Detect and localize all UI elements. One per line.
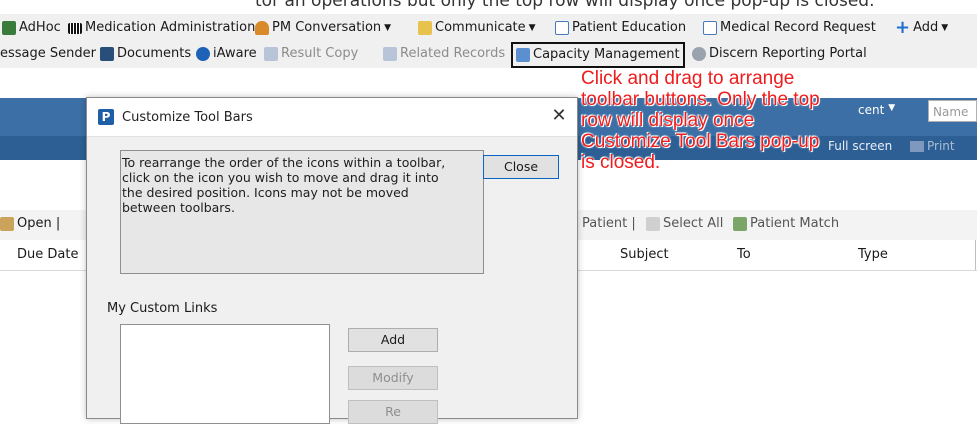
customize-tool-bars-dialog: P Customize Tool Bars ✕ To rearrange the… bbox=[86, 97, 578, 424]
my-custom-links-label: My Custom Links bbox=[107, 301, 218, 316]
patient-education-button[interactable]: Patient Education bbox=[555, 17, 686, 39]
toolbar-row-2: essage Sender Documents iAware Result Co… bbox=[0, 41, 977, 68]
instructions-line: To rearrange the order of the icons with… bbox=[122, 155, 446, 170]
print-label: Print bbox=[927, 139, 955, 153]
patient-match-label: Patient Match bbox=[750, 216, 840, 231]
iaware-icon bbox=[196, 47, 210, 61]
red-annotation: Click and drag to arrange toolbar button… bbox=[581, 68, 881, 173]
annotation-line: row will display once bbox=[581, 110, 755, 131]
name-search-input[interactable]: Name bbox=[928, 100, 977, 122]
report-icon bbox=[692, 47, 706, 61]
records-icon bbox=[383, 47, 397, 61]
message-sender-button[interactable]: essage Sender bbox=[0, 43, 96, 65]
communicate-label: Communicate bbox=[435, 20, 526, 35]
annotation-line: Customize Tool Bars pop-up bbox=[581, 131, 820, 152]
patient-match-button[interactable]: Patient Match bbox=[733, 216, 839, 231]
person-icon bbox=[255, 21, 269, 35]
copy-icon bbox=[264, 47, 278, 61]
add-button[interactable]: + Add ▼ bbox=[895, 17, 948, 39]
chevron-down-icon: ▼ bbox=[384, 23, 392, 33]
dialog-close-icon[interactable]: ✕ bbox=[547, 104, 571, 128]
top-caption: tor an operations but only the top row w… bbox=[255, 0, 875, 11]
document-icon bbox=[703, 21, 717, 35]
discern-reporting-portal-button[interactable]: Discern Reporting Portal bbox=[692, 43, 867, 65]
printer-icon bbox=[910, 141, 924, 152]
chevron-down-icon: ▼ bbox=[888, 103, 896, 113]
related-records-label: Related Records bbox=[400, 46, 506, 61]
medical-record-request-label: Medical Record Request bbox=[720, 20, 876, 35]
patient-button[interactable]: Patient | bbox=[582, 216, 636, 231]
patient-label: Patient | bbox=[582, 216, 636, 231]
annotation-line: toolbar buttons. Only the top bbox=[581, 89, 820, 110]
close-button[interactable]: Close bbox=[483, 155, 559, 179]
adhoc-icon bbox=[2, 21, 16, 35]
adhoc-button[interactable]: AdHoc bbox=[2, 17, 61, 39]
discern-reporting-portal-label: Discern Reporting Portal bbox=[709, 46, 867, 61]
print-button[interactable]: Print bbox=[910, 139, 955, 153]
pm-conversation-button[interactable]: PM Conversation ▼ bbox=[255, 17, 391, 39]
select-all-icon bbox=[646, 216, 660, 231]
annotation-line: is closed. bbox=[581, 152, 661, 173]
message-sender-label: essage Sender bbox=[0, 46, 96, 61]
communicate-button[interactable]: Communicate ▼ bbox=[418, 17, 536, 39]
app-logo-icon: P bbox=[98, 109, 114, 125]
column-header-type[interactable]: Type bbox=[858, 247, 888, 262]
patient-match-icon bbox=[733, 216, 747, 231]
pm-conversation-label: PM Conversation bbox=[272, 20, 382, 35]
modify-link-button[interactable]: Modify bbox=[348, 366, 438, 390]
add-link-button[interactable]: Add bbox=[348, 328, 438, 352]
medical-record-request-button[interactable]: Medical Record Request bbox=[703, 17, 876, 39]
folder-icon bbox=[100, 47, 114, 61]
annotation-line: Click and drag to arrange bbox=[581, 68, 795, 89]
dialog-title: Customize Tool Bars bbox=[122, 109, 253, 125]
related-records-button[interactable]: Related Records bbox=[383, 43, 505, 65]
documents-button[interactable]: Documents bbox=[100, 43, 191, 65]
instructions-line: between toolbars. bbox=[122, 200, 235, 215]
chevron-down-icon: ▼ bbox=[528, 23, 536, 33]
instructions-box: To rearrange the order of the icons with… bbox=[120, 150, 484, 274]
select-all-label: Select All bbox=[663, 216, 724, 231]
envelope-icon bbox=[418, 21, 432, 35]
medication-administration-button[interactable]: Medication Administration bbox=[68, 17, 255, 39]
chevron-down-icon: ▼ bbox=[941, 23, 949, 33]
capacity-management-button[interactable]: Capacity Management bbox=[511, 42, 685, 68]
add-label: Add bbox=[913, 20, 939, 35]
result-copy-label: Result Copy bbox=[281, 46, 359, 61]
patient-education-label: Patient Education bbox=[572, 20, 687, 35]
capacity-management-label: Capacity Management bbox=[533, 47, 680, 62]
column-header-to[interactable]: To bbox=[737, 247, 751, 262]
remove-link-button[interactable]: Re bbox=[348, 400, 438, 424]
chart-icon bbox=[516, 48, 530, 62]
column-divider bbox=[975, 240, 976, 270]
toolbar-row-1: AdHoc Medication Administration PM Conve… bbox=[0, 14, 977, 41]
medication-administration-label: Medication Administration bbox=[85, 20, 256, 35]
barcode-icon bbox=[68, 22, 82, 34]
instructions-line: the desired position. Icons may not be m… bbox=[122, 185, 409, 200]
open-button[interactable]: Open | bbox=[0, 216, 60, 231]
instructions-line: click on the icon you wish to move and d… bbox=[122, 170, 439, 185]
iaware-label: iAware bbox=[213, 46, 257, 61]
column-header-subject[interactable]: Subject bbox=[620, 247, 669, 262]
iaware-button[interactable]: iAware bbox=[196, 43, 257, 65]
document-icon bbox=[555, 21, 569, 35]
adhoc-label: AdHoc bbox=[19, 20, 61, 35]
custom-links-list[interactable] bbox=[120, 324, 330, 424]
dialog-title-bar[interactable]: P Customize Tool Bars bbox=[87, 98, 577, 137]
select-all-button[interactable]: Select All bbox=[646, 216, 723, 231]
documents-label: Documents bbox=[117, 46, 192, 61]
open-label: Open | bbox=[17, 216, 61, 231]
plus-icon: + bbox=[895, 17, 911, 38]
column-header-due-date[interactable]: Due Date bbox=[17, 247, 78, 262]
result-copy-button[interactable]: Result Copy bbox=[264, 43, 358, 65]
folder-open-icon bbox=[0, 216, 14, 231]
